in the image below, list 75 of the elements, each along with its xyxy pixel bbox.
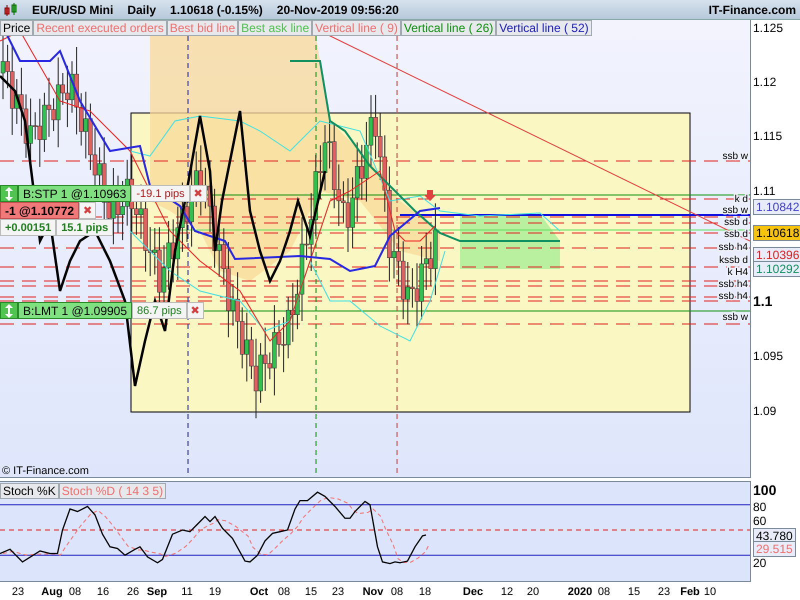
position-label[interactable]: -1 @1.10772 <box>0 202 80 219</box>
level-label: ssb h4 <box>718 291 748 302</box>
date-label: Oct <box>250 586 268 598</box>
level-label: ssb w <box>722 312 748 323</box>
legend-item[interactable]: Best bid line <box>166 20 238 36</box>
legend-item[interactable]: Stoch %D ( 14 3 5) <box>58 483 166 499</box>
date-label: 20 <box>526 586 540 598</box>
legend-item[interactable]: Recent executed orders <box>33 20 167 36</box>
date-label: 08 <box>68 586 82 598</box>
date-label: 19 <box>208 586 222 598</box>
price-tick: 1.115 <box>753 129 782 143</box>
stoch-tag: 29.515 <box>753 541 796 557</box>
date-label: Nov <box>362 586 384 598</box>
level-label: ssb w <box>722 151 748 162</box>
candlestick-icon <box>4 2 18 16</box>
stoch-tick: 20 <box>753 556 766 570</box>
position-pips: 15.1 pips <box>56 219 114 236</box>
date-label: 2020 <box>568 586 592 598</box>
quote-datetime: 20-Nov-2019 09:56:20 <box>276 2 399 16</box>
legend-item[interactable]: Stoch %K <box>0 483 59 499</box>
date-label: 26 <box>126 586 140 598</box>
copyright-text: © IT-Finance.com <box>2 465 89 477</box>
date-label: 18 <box>418 586 432 598</box>
date-label: 12 <box>500 586 514 598</box>
price-tick: 1.11 <box>753 184 776 198</box>
date-label: 11 <box>181 586 193 598</box>
cancel-order-button[interactable]: ✖ <box>186 302 204 319</box>
price-tick: 1.125 <box>753 21 784 35</box>
date-label: Feb <box>680 586 700 598</box>
level-label: k H4 <box>727 267 748 278</box>
stoch-tick: 100 <box>753 482 776 498</box>
drag-handle-icon[interactable] <box>0 302 18 319</box>
order-label[interactable]: B:LMT 1 @1.09905 <box>18 302 132 319</box>
legend-item[interactable]: Price <box>0 20 34 36</box>
down-arrow-icon <box>424 190 436 201</box>
price-tag: 1.10842 <box>753 199 800 215</box>
level-label: ssb h4 <box>718 279 748 290</box>
close-position-button[interactable]: ✖ <box>79 202 96 219</box>
order-pips: -19.1 pips <box>131 185 190 202</box>
position-change: +0.00151 <box>0 219 56 236</box>
price-tag: 1.10618 <box>753 225 800 241</box>
price-tag: 1.10292 <box>753 261 800 277</box>
drag-handle-icon[interactable] <box>0 185 18 202</box>
cancel-order-button[interactable]: ✖ <box>190 185 207 202</box>
price-quote: 1.10618 (-0.15%) <box>170 2 263 16</box>
stoch-tick: 80 <box>753 500 766 514</box>
price-tick: 1.12 <box>753 75 776 89</box>
date-label: 16 <box>96 586 110 598</box>
order-label[interactable]: B:STP 1 @1.10963 <box>18 185 132 202</box>
brand-name: IT-Finance.com <box>708 2 796 16</box>
date-label: Aug <box>41 586 63 598</box>
level-label: ssb w <box>722 205 748 216</box>
stoch-tick: 60 <box>753 514 766 528</box>
date-label: 23 <box>12 586 24 598</box>
legend-item[interactable]: Vertical line ( 52) <box>496 20 592 36</box>
price-tick: 1.09 <box>753 404 776 418</box>
date-label: 23 <box>658 586 670 598</box>
price-tick: 1.1 <box>753 293 772 309</box>
price-tick: 1.095 <box>753 349 784 363</box>
level-label: ssb h4 <box>718 242 748 253</box>
date-label: 08 <box>390 586 404 598</box>
date-label: Dec <box>462 586 484 598</box>
symbol-name: EUR/USD Mini <box>32 2 114 16</box>
date-label: Sep <box>146 586 168 598</box>
date-label: 08 <box>278 586 290 598</box>
level-label: kssb d <box>719 255 748 266</box>
date-label: 15 <box>628 586 640 598</box>
legend-item[interactable]: Vertical line ( 9) <box>312 20 401 36</box>
order-pips: 86.7 pips <box>132 302 187 319</box>
legend-item[interactable]: Vertical line ( 26) <box>400 20 496 36</box>
chart-period: Daily <box>127 2 156 16</box>
date-label: 08 <box>598 586 610 598</box>
date-label: 15 <box>304 586 318 598</box>
date-label: 23 <box>332 586 344 598</box>
date-label: 10 <box>704 586 716 598</box>
